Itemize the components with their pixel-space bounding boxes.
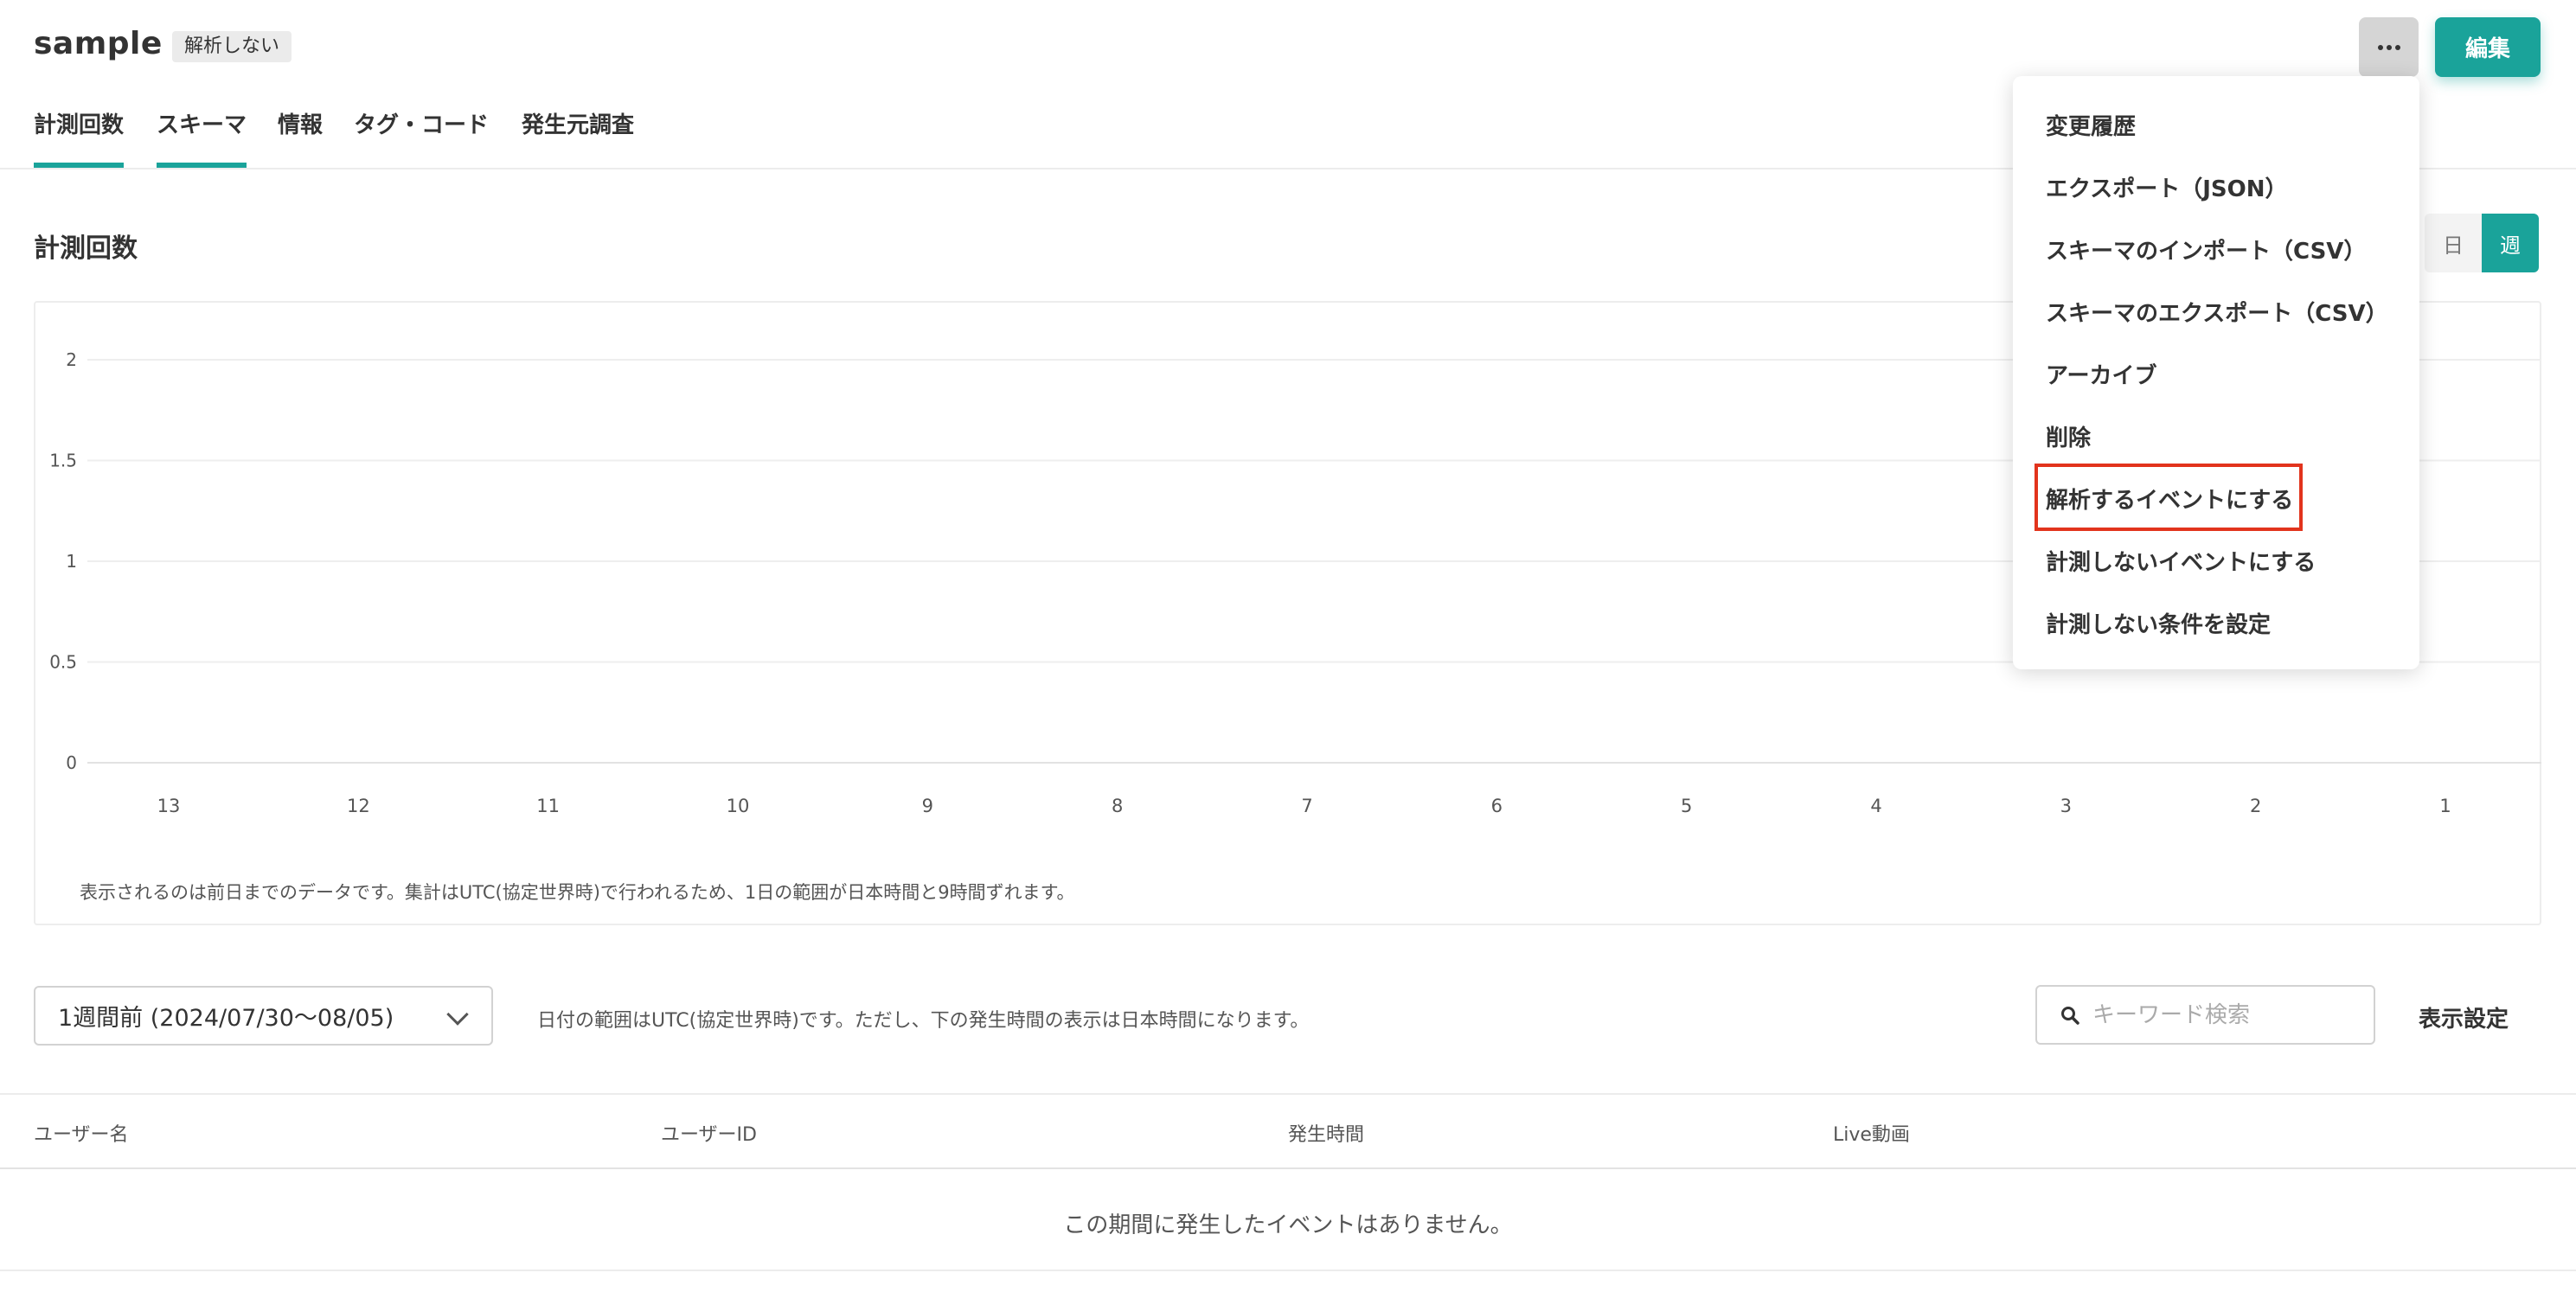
search-icon	[2060, 1005, 2080, 1026]
table-empty-message: この期間に発生したイベントはありません。	[1063, 1212, 1513, 1238]
menu-item-archive[interactable]: アーカイブ	[2046, 358, 2156, 390]
x-tick-label: 9	[922, 796, 933, 816]
table-divider-bottom	[0, 1270, 2576, 1271]
table-divider-top	[0, 1093, 2576, 1095]
menu-item-set-unmeasured-condition[interactable]: 計測しない条件を設定	[2046, 607, 2271, 639]
x-tick-label: 11	[536, 796, 560, 816]
menu-item-delete[interactable]: 削除	[2046, 420, 2091, 452]
date-range-note: 日付の範囲はUTC(協定世界時)です。ただし、下の発生時間の表示は日本時間になり…	[537, 1010, 1310, 1032]
x-tick-label: 5	[1681, 796, 1692, 816]
search-box[interactable]	[2035, 985, 2375, 1045]
table-header-divider	[0, 1167, 2576, 1169]
y-tick-label: 0.5	[49, 652, 77, 673]
column-header-live-video[interactable]: Live動画	[1833, 1119, 1910, 1147]
column-header-occurred-time[interactable]: 発生時間	[1288, 1119, 1364, 1147]
ellipsis-icon	[2377, 44, 2400, 50]
status-badge: 解析しない	[172, 31, 292, 62]
x-tick-label: 6	[1491, 796, 1503, 816]
x-tick-label: 1	[2439, 796, 2451, 816]
period-toggle[interactable]: 日 週	[2425, 214, 2539, 272]
chart-note: 表示されるのは前日までのデータです。集計はUTC(協定世界時)で行われるため、1…	[80, 882, 1075, 903]
date-range-value: 1週間前 (2024/07/30〜08/05)	[58, 1005, 394, 1032]
more-options-button[interactable]	[2359, 17, 2419, 77]
tab-tag-code[interactable]: タグ・コード	[354, 107, 489, 168]
menu-item-export-json[interactable]: エクスポート（JSON）	[2046, 171, 2287, 203]
menu-item-highlight	[2035, 464, 2303, 531]
tab-measurement-count[interactable]: 計測回数	[34, 107, 125, 168]
y-tick-label: 0	[66, 752, 77, 773]
edit-button[interactable]: 編集	[2435, 17, 2541, 77]
tab-schema[interactable]: スキーマ	[157, 107, 247, 168]
search-input[interactable]	[2092, 1001, 2369, 1028]
x-tick-label: 3	[2060, 796, 2072, 816]
x-tick-label: 13	[157, 796, 181, 816]
menu-item-change-history[interactable]: 変更履歴	[2046, 109, 2136, 141]
x-tick-label: 8	[1112, 796, 1123, 816]
y-tick-label: 2	[66, 349, 77, 370]
column-header-user-name[interactable]: ユーザー名	[34, 1119, 129, 1147]
period-option-week[interactable]: 週	[2482, 214, 2539, 272]
column-header-user-id[interactable]: ユーザーID	[661, 1119, 757, 1147]
page-title: sample	[34, 26, 163, 61]
date-range-select[interactable]: 1週間前 (2024/07/30〜08/05)	[34, 986, 493, 1046]
more-options-menu: 変更履歴 エクスポート（JSON） スキーマのインポート（CSV） スキーマのエ…	[2013, 76, 2419, 669]
y-tick-label: 1.5	[49, 451, 77, 471]
tab-origin-investigation[interactable]: 発生元調査	[522, 107, 634, 168]
menu-item-import-schema-csv[interactable]: スキーマのインポート（CSV）	[2046, 233, 2366, 265]
x-tick-label: 12	[347, 796, 370, 816]
tab-info[interactable]: 情報	[278, 107, 323, 168]
display-settings-button[interactable]: 表示設定	[2419, 1001, 2509, 1033]
y-tick-label: 1	[66, 551, 77, 572]
menu-item-export-schema-csv[interactable]: スキーマのエクスポート（CSV）	[2046, 296, 2388, 328]
menu-item-set-unmeasured-event[interactable]: 計測しないイベントにする	[2046, 545, 2316, 577]
x-tick-label: 2	[2250, 796, 2261, 816]
period-option-day[interactable]: 日	[2425, 214, 2482, 272]
x-tick-label: 4	[1870, 796, 1881, 816]
section-title: 計測回数	[34, 233, 138, 264]
x-tick-label: 10	[727, 796, 750, 816]
chevron-down-icon	[446, 1003, 469, 1026]
x-tick-label: 7	[1301, 796, 1312, 816]
